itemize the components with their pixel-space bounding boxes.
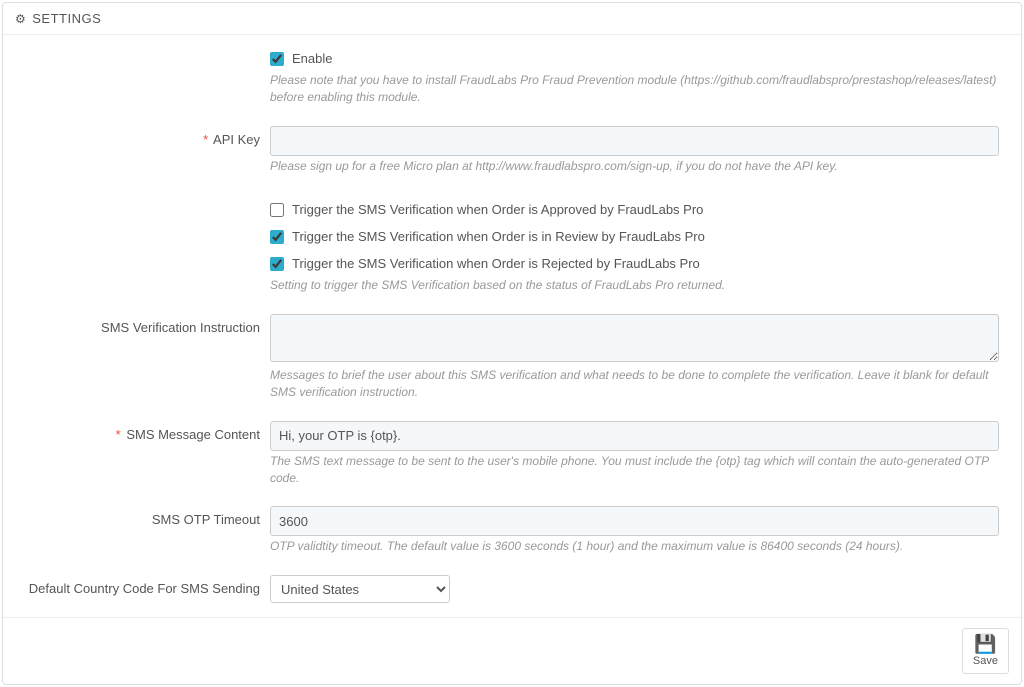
message-content-label-col: * SMS Message Content (15, 421, 270, 442)
field-col: Enable Please note that you have to inst… (270, 51, 1009, 120)
required-asterisk: * (116, 427, 121, 442)
field-otp-timeout: SMS OTP Timeout OTP validtity timeout. T… (15, 506, 1009, 569)
api-key-label-col: * API Key (15, 126, 270, 147)
message-content-label: SMS Message Content (126, 427, 260, 442)
enable-help: Please note that you have to install Fra… (270, 72, 999, 106)
otp-timeout-label-col: SMS OTP Timeout (15, 506, 270, 527)
trigger-review-row: Trigger the SMS Verification when Order … (270, 229, 999, 244)
api-key-label: API Key (213, 132, 260, 147)
api-key-help: Please sign up for a free Micro plan at … (270, 158, 999, 175)
panel-footer: 💾 Save (3, 617, 1021, 684)
country-code-select[interactable]: United States (270, 575, 450, 603)
save-label: Save (973, 655, 998, 667)
trigger-rejected-checkbox[interactable] (270, 257, 284, 271)
field-enable: Enable Please note that you have to inst… (15, 51, 1009, 120)
trigger-review-label: Trigger the SMS Verification when Order … (292, 229, 705, 244)
field-col: Messages to brief the user about this SM… (270, 314, 1009, 415)
label-col-empty (15, 51, 270, 57)
enable-label: Enable (292, 51, 332, 66)
country-code-label: Default Country Code For SMS Sending (29, 581, 260, 596)
instruction-help: Messages to brief the user about this SM… (270, 367, 999, 401)
trigger-approved-label: Trigger the SMS Verification when Order … (292, 202, 703, 217)
message-content-input[interactable] (270, 421, 999, 451)
field-col: The SMS text message to be sent to the u… (270, 421, 1009, 501)
field-col: United States (270, 575, 1009, 603)
otp-timeout-help: OTP validtity timeout. The default value… (270, 538, 999, 555)
panel-body: Enable Please note that you have to inst… (3, 35, 1021, 617)
trigger-rejected-row: Trigger the SMS Verification when Order … (270, 256, 999, 271)
field-col: OTP validtity timeout. The default value… (270, 506, 1009, 569)
enable-checkbox[interactable] (270, 52, 284, 66)
trigger-help: Setting to trigger the SMS Verification … (270, 277, 999, 294)
trigger-approved-checkbox[interactable] (270, 203, 284, 217)
field-triggers: Trigger the SMS Verification when Order … (15, 202, 1009, 308)
enable-row: Enable (270, 51, 999, 66)
settings-panel: ⚙ SETTINGS Enable Please note that you h… (2, 2, 1022, 685)
instruction-label: SMS Verification Instruction (101, 320, 260, 335)
field-api-key: * API Key Please sign up for a free Micr… (15, 126, 1009, 189)
field-country-code: Default Country Code For SMS Sending Uni… (15, 575, 1009, 603)
gear-icon: ⚙ (15, 12, 26, 26)
instruction-textarea[interactable] (270, 314, 999, 362)
api-key-input[interactable] (270, 126, 999, 156)
otp-timeout-input[interactable] (270, 506, 999, 536)
panel-title: SETTINGS (32, 11, 101, 26)
label-col-empty (15, 202, 270, 208)
field-col: Please sign up for a free Micro plan at … (270, 126, 1009, 189)
country-code-label-col: Default Country Code For SMS Sending (15, 575, 270, 596)
message-content-help: The SMS text message to be sent to the u… (270, 453, 999, 487)
instruction-label-col: SMS Verification Instruction (15, 314, 270, 335)
save-icon: 💾 (974, 635, 996, 653)
required-asterisk: * (203, 132, 208, 147)
save-button[interactable]: 💾 Save (962, 628, 1009, 674)
field-instruction: SMS Verification Instruction Messages to… (15, 314, 1009, 415)
trigger-rejected-label: Trigger the SMS Verification when Order … (292, 256, 700, 271)
field-col: Trigger the SMS Verification when Order … (270, 202, 1009, 308)
trigger-approved-row: Trigger the SMS Verification when Order … (270, 202, 999, 217)
panel-heading: ⚙ SETTINGS (3, 3, 1021, 35)
field-message-content: * SMS Message Content The SMS text messa… (15, 421, 1009, 501)
trigger-review-checkbox[interactable] (270, 230, 284, 244)
otp-timeout-label: SMS OTP Timeout (152, 512, 260, 527)
